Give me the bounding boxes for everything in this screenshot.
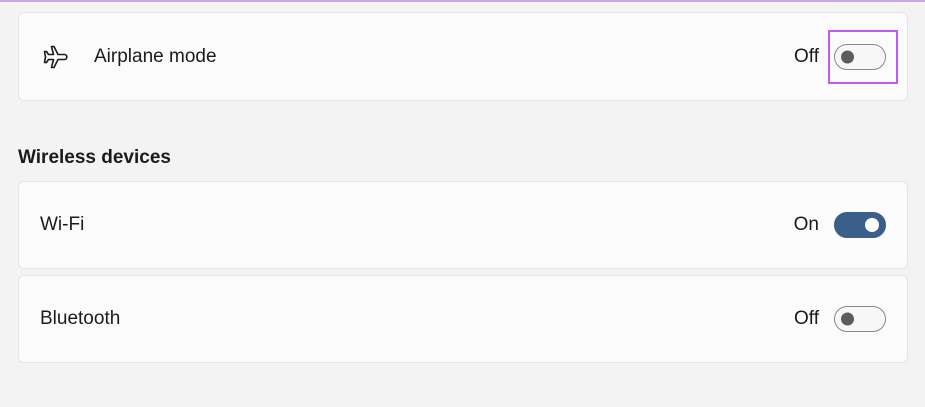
bluetooth-row: Bluetooth Off xyxy=(18,275,908,363)
airplane-mode-label: Airplane mode xyxy=(94,45,217,67)
wifi-state-text: On xyxy=(793,214,819,235)
bluetooth-state-text: Off xyxy=(794,308,819,329)
wireless-devices-heading: Wireless devices xyxy=(18,147,171,168)
airplane-icon xyxy=(41,43,69,71)
bluetooth-label: Bluetooth xyxy=(40,308,121,329)
bluetooth-toggle[interactable] xyxy=(834,306,886,332)
toggle-knob xyxy=(841,312,854,326)
airplane-mode-toggle[interactable] xyxy=(834,43,886,70)
toggle-knob xyxy=(841,50,854,63)
wifi-row: Wi-Fi On xyxy=(18,181,908,269)
wifi-label: Wi-Fi xyxy=(40,214,85,235)
toggle-knob xyxy=(865,218,879,232)
top-accent-line xyxy=(0,0,925,2)
airplane-mode-row: Airplane mode Off xyxy=(18,12,908,101)
airplane-mode-state-text: Off xyxy=(794,45,819,67)
wifi-toggle[interactable] xyxy=(834,212,886,238)
